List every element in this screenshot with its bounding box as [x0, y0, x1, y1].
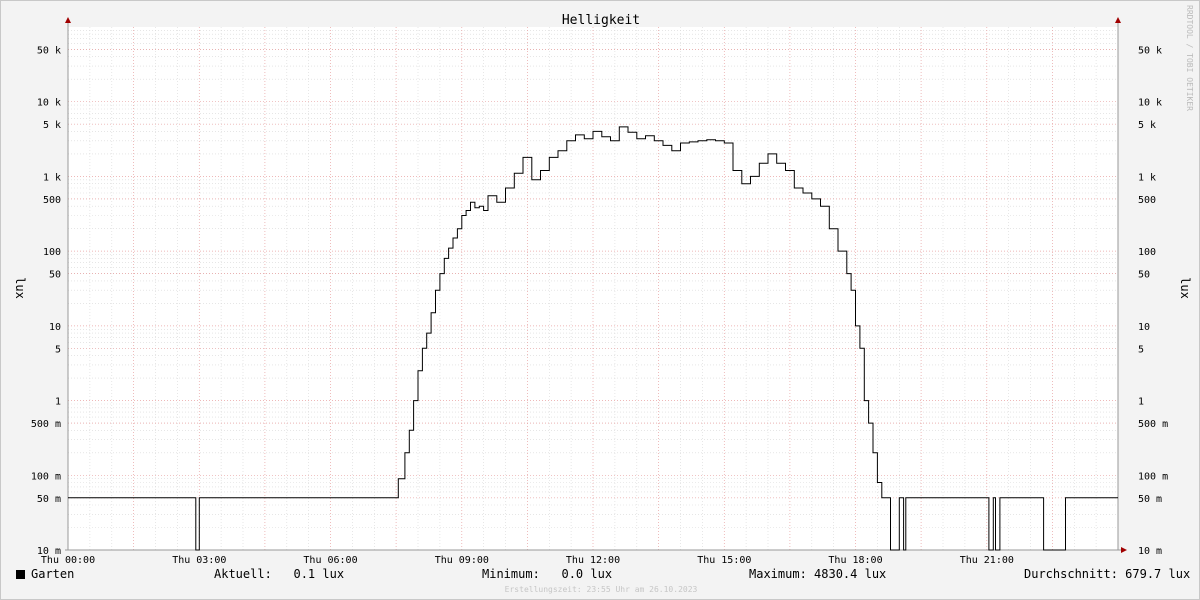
legend-series-name: Garten: [31, 567, 75, 581]
x-tick-label: Thu 18:00: [828, 555, 882, 563]
y-tick-label-left: 1 k: [43, 172, 61, 183]
y-tick-label-right: 100 m: [1138, 471, 1168, 482]
y-tick-label-right: 500 m: [1138, 419, 1168, 430]
y-tick-label-left: 10: [49, 322, 61, 333]
y-tick-label-left: 100: [43, 247, 61, 258]
legend-current: Aktuell: 0.1 lux: [214, 567, 345, 581]
creation-time-footer: Erstellungszeit: 23:55 Uhr am 26.10.2023: [504, 585, 698, 594]
y-tick-label-right: 10: [1138, 322, 1150, 333]
brightness-chart: Helligkeit lux lux RRDTOOL / TOBI OETIKE…: [13, 5, 1194, 563]
legend-swatch: [16, 570, 25, 579]
y-axis-label-right: lux: [1178, 277, 1192, 299]
y-tick-label-right: 100: [1138, 247, 1156, 258]
grid-layer: [68, 27, 1118, 551]
legend-maximum: Maximum: 4830.4 lux: [749, 567, 887, 581]
x-tick-label: Thu 21:00: [960, 555, 1014, 563]
y-axis-label-left: lux: [13, 277, 27, 299]
y-axis-arrow-left: [65, 17, 71, 23]
y-tick-label-left: 5: [55, 344, 61, 355]
x-tick-label: Thu 12:00: [566, 555, 620, 563]
y-tick-label-right: 1 k: [1138, 172, 1156, 183]
y-tick-label-right: 50 k: [1138, 46, 1162, 57]
x-tick-label: Thu 03:00: [172, 555, 226, 563]
y-tick-label-left: 50 k: [37, 46, 61, 57]
y-tick-label-left: 1: [55, 397, 61, 408]
rrd-graph-window: Helligkeit lux lux RRDTOOL / TOBI OETIKE…: [0, 0, 1200, 600]
y-tick-label-left: 500: [43, 195, 61, 206]
legend-series: Garten: [16, 567, 74, 581]
y-tick-label-right: 50: [1138, 270, 1150, 281]
y-tick-label-right: 50 m: [1138, 494, 1162, 505]
rrdtool-watermark: RRDTOOL / TOBI OETIKER: [1185, 5, 1194, 111]
y-tick-label-right: 1: [1138, 397, 1144, 408]
y-tick-label-left: 100 m: [31, 471, 61, 482]
y-tick-label-right: 10 m: [1138, 546, 1162, 557]
y-tick-label-left: 500 m: [31, 419, 61, 430]
y-tick-label-right: 500: [1138, 195, 1156, 206]
y-tick-label-left: 5 k: [43, 120, 61, 131]
y-tick-label-right: 10 k: [1138, 98, 1162, 109]
y-tick-label-left: 50 m: [37, 494, 61, 505]
x-tick-label: Thu 15:00: [697, 555, 751, 563]
y-tick-label-right: 5: [1138, 344, 1144, 355]
x-axis-arrow: [1121, 547, 1127, 553]
y-tick-label-right: 5 k: [1138, 120, 1156, 131]
y-tick-label-left: 10 k: [37, 98, 61, 109]
y-tick-label-left: 50: [49, 270, 61, 281]
x-tick-label: Thu 00:00: [41, 555, 95, 563]
legend-average: Durchschnitt: 679.7 lux: [1024, 567, 1191, 581]
legend-minimum: Minimum: 0.0 lux: [482, 567, 613, 581]
y-axis-arrow-right: [1115, 17, 1121, 23]
x-tick-label: Thu 09:00: [435, 555, 489, 563]
x-tick-label: Thu 06:00: [303, 555, 357, 563]
chart-title: Helligkeit: [562, 13, 640, 28]
